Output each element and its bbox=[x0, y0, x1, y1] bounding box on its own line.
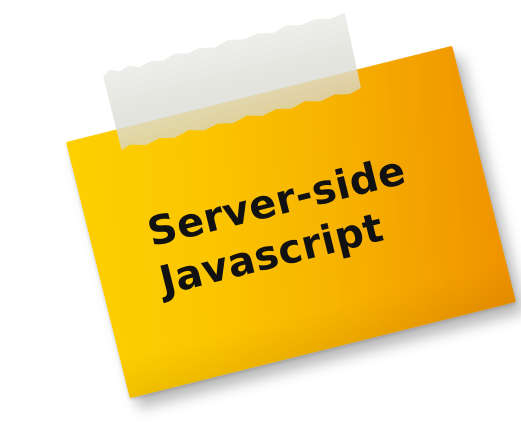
canvas: Server-side Javascript bbox=[0, 0, 521, 447]
note-title: Server-side Javascript bbox=[143, 132, 478, 306]
sticky-note-group: Server-side Javascript bbox=[0, 0, 521, 447]
